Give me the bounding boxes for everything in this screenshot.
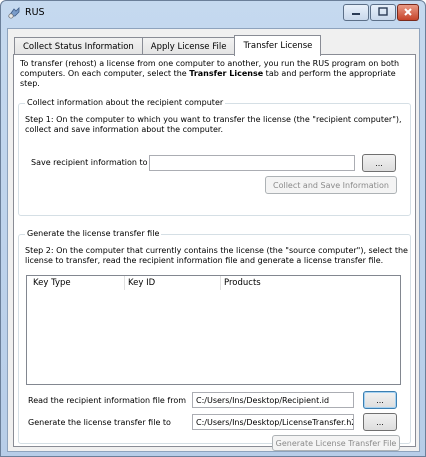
minimize-button[interactable]: [343, 4, 369, 21]
intro-text: To transfer (rehost) a license from one …: [20, 59, 400, 88]
generate-step-text: Step 2: On the computer that currently c…: [25, 246, 408, 265]
close-icon: [403, 7, 413, 19]
tab-apply-license[interactable]: Apply License File: [141, 37, 236, 55]
close-button[interactable]: [397, 4, 419, 21]
read-recipient-label: Read the recipient information file from: [28, 396, 187, 405]
collect-and-save-button[interactable]: Collect and Save Information: [265, 176, 397, 194]
generate-license-transfer-button[interactable]: Generate License Transfer File: [272, 435, 400, 451]
collect-step-text: Step 1: On the computer to which you wan…: [25, 115, 402, 134]
tab-transfer-license[interactable]: Transfer License: [234, 35, 322, 56]
column-separator[interactable]: [124, 276, 125, 290]
column-key-type[interactable]: Key Type: [33, 278, 71, 288]
generate-group-legend: Generate the license transfer file: [25, 229, 162, 238]
tab-collect-status[interactable]: Collect Status Information: [14, 37, 143, 55]
collect-group: Collect information about the recipient …: [18, 98, 411, 216]
column-products[interactable]: Products: [224, 278, 261, 288]
collect-group-legend: Collect information about the recipient …: [25, 98, 226, 107]
column-separator[interactable]: [220, 276, 221, 290]
save-recipient-label: Save recipient information to: [31, 158, 148, 167]
maximize-button[interactable]: [370, 4, 396, 21]
generate-transfer-label: Generate the license transfer file to: [28, 418, 171, 427]
title-bar[interactable]: RUS: [1, 1, 425, 28]
minimize-icon: [351, 8, 361, 18]
generate-transfer-field[interactable]: C:/Users/Ins/Desktop/LicenseTransfer.h2h: [192, 414, 354, 430]
rus-app-icon: [7, 6, 21, 20]
window-title: RUS: [25, 7, 45, 18]
column-key-id[interactable]: Key ID: [128, 278, 155, 288]
maximize-icon: [378, 7, 388, 18]
rus-window: RUS Collect Status Information Apply Lic…: [0, 0, 426, 457]
license-list-header: Key Type Key ID Products: [27, 276, 400, 290]
read-recipient-browse-button[interactable]: ...: [363, 391, 397, 409]
generate-transfer-browse-button[interactable]: ...: [363, 413, 397, 431]
transfer-license-panel: To transfer (rehost) a license from one …: [13, 54, 416, 447]
client-area: Collect Status Information Apply License…: [7, 28, 420, 452]
intro-bold: Transfer License: [189, 69, 264, 78]
license-list[interactable]: Key Type Key ID Products: [26, 275, 401, 385]
save-recipient-browse-button[interactable]: ...: [362, 154, 396, 172]
save-recipient-field[interactable]: [149, 155, 355, 171]
tab-strip: Collect Status Information Apply License…: [14, 35, 322, 56]
read-recipient-field[interactable]: C:/Users/Ins/Desktop/Recipient.id: [192, 392, 354, 408]
